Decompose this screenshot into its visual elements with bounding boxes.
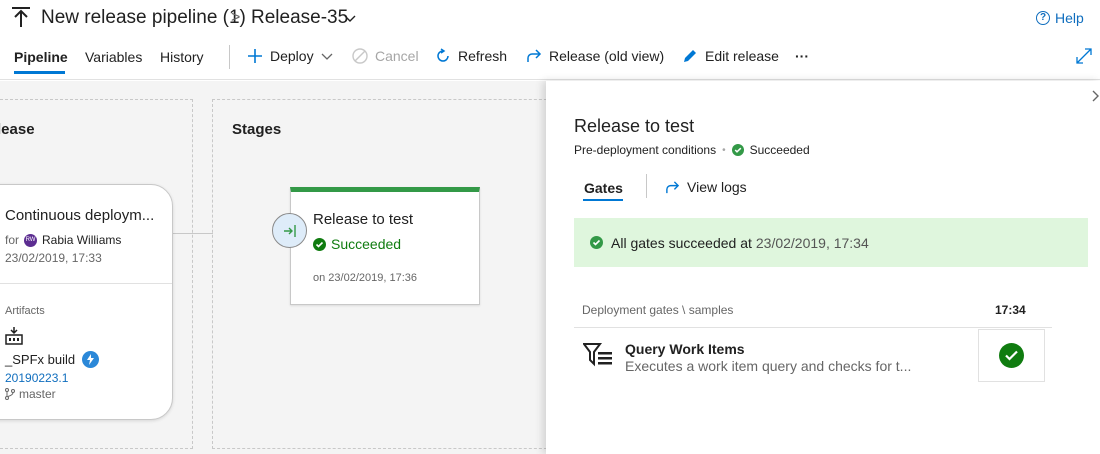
release-name[interactable]: Release-35 xyxy=(251,7,348,29)
refresh-button[interactable]: Refresh xyxy=(435,48,507,64)
chevron-down-icon xyxy=(321,53,333,60)
help-label: Help xyxy=(1055,10,1084,26)
toolbar-divider xyxy=(229,45,230,69)
success-icon xyxy=(313,237,326,251)
connector-line xyxy=(173,233,213,234)
gate-description: Executes a work item query and checks fo… xyxy=(625,358,912,374)
card-divider xyxy=(0,283,172,284)
gate-name: Query Work Items xyxy=(625,341,745,357)
refresh-icon xyxy=(437,48,449,62)
deploy-label: Deploy xyxy=(270,48,314,64)
build-name: _SPFx build xyxy=(5,352,76,367)
panel-subtitle: Pre-deployment conditions • Succeeded xyxy=(574,143,810,157)
build-artifact[interactable]: _SPFx build xyxy=(5,351,100,368)
gate-status-cell xyxy=(978,329,1045,382)
chevron-right-icon[interactable] xyxy=(1091,89,1100,103)
trigger-user-line: for RW Rabia Williams xyxy=(5,233,121,247)
branch-icon xyxy=(5,388,15,400)
lightning-icon xyxy=(82,351,100,368)
refresh-label: Refresh xyxy=(458,48,508,64)
tab-divider xyxy=(646,174,647,198)
build-icon xyxy=(5,327,23,345)
plus-icon xyxy=(248,49,262,63)
pre-deployment-conditions-button[interactable] xyxy=(272,213,307,248)
artifact-card[interactable]: Continuous deploym... for RW Rabia Willi… xyxy=(0,184,173,420)
stages-lane-title: Stages xyxy=(232,121,282,138)
gate-row[interactable]: Query Work Items Executes a work item qu… xyxy=(574,329,1052,382)
success-icon xyxy=(590,236,603,249)
gates-header-time: 17:34 xyxy=(995,303,1026,317)
more-actions-button[interactable]: ··· xyxy=(795,48,809,64)
pipeline-canvas: lease Stages Continuous deploym... for R… xyxy=(0,81,546,454)
header-bar: New release pipeline (1) > Release-35 ? … xyxy=(0,0,1100,38)
view-logs-button[interactable]: View logs xyxy=(665,179,747,195)
panel-title: Release to test xyxy=(574,116,695,136)
trigger-date: 23/02/2019, 17:33 xyxy=(5,251,102,265)
tab-pipeline[interactable]: Pipeline xyxy=(14,49,68,65)
gate-icon xyxy=(283,224,296,237)
old-view-button[interactable]: Release (old view) xyxy=(526,48,664,64)
help-icon: ? xyxy=(1036,11,1050,25)
cancel-icon xyxy=(352,48,368,64)
tab-gates[interactable]: Gates xyxy=(584,180,623,196)
gates-table-header: Deployment gates \ samples 17:34 xyxy=(574,296,1052,328)
old-view-label: Release (old view) xyxy=(549,48,665,64)
deploy-button[interactable]: Deploy xyxy=(247,48,333,64)
query-filter-icon xyxy=(583,343,612,367)
cancel-button[interactable]: Cancel xyxy=(352,48,419,64)
banner-time: 23/02/2019, 17:34 xyxy=(755,234,869,251)
active-tab-indicator xyxy=(583,199,623,201)
redirect-icon xyxy=(527,49,542,62)
banner-text: All gates succeeded at xyxy=(611,234,752,251)
for-label: for xyxy=(5,233,20,247)
pipeline-icon xyxy=(12,7,30,27)
help-link[interactable]: ? Help xyxy=(1036,10,1084,26)
breadcrumb-separator: > xyxy=(231,9,241,26)
release-lane-title: lease xyxy=(0,121,35,138)
details-panel: Release to test Pre-deployment condition… xyxy=(546,81,1100,454)
pencil-icon xyxy=(684,50,696,62)
branch-name: master xyxy=(19,387,56,401)
success-icon xyxy=(999,343,1024,368)
redirect-icon xyxy=(666,180,680,193)
build-version-link[interactable]: 20190223.1 xyxy=(5,371,68,385)
stage-status: Succeeded xyxy=(313,236,401,252)
success-icon xyxy=(731,144,744,156)
chevron-down-icon[interactable] xyxy=(343,11,357,25)
pipeline-title[interactable]: New release pipeline (1) xyxy=(41,7,246,29)
subtitle-label: Pre-deployment conditions xyxy=(574,143,717,157)
edit-release-button[interactable]: Edit release xyxy=(682,48,779,64)
panel-status: Succeeded xyxy=(749,143,810,157)
gates-header-label: Deployment gates \ samples xyxy=(582,303,734,317)
tab-variables[interactable]: Variables xyxy=(85,49,142,65)
separator-dot: • xyxy=(722,144,726,156)
trigger-title: Continuous deploym... xyxy=(5,207,155,224)
stage-date: on 23/02/2019, 17:36 xyxy=(313,272,417,284)
edit-release-label: Edit release xyxy=(705,48,779,64)
stage-card[interactable]: Release to test Succeeded on 23/02/2019,… xyxy=(290,187,480,305)
cancel-label: Cancel xyxy=(375,48,419,64)
active-tab-indicator xyxy=(14,71,65,74)
expand-icon[interactable] xyxy=(1075,47,1093,65)
toolbar: Pipeline Variables History Deploy Cancel… xyxy=(0,38,1100,80)
view-logs-label: View logs xyxy=(687,179,747,195)
avatar: RW xyxy=(24,233,38,247)
tab-history[interactable]: History xyxy=(160,49,204,65)
artifacts-label: Artifacts xyxy=(5,305,45,317)
branch-line: master xyxy=(5,387,56,401)
stage-name: Release to test xyxy=(313,211,414,228)
stage-status-label: Succeeded xyxy=(331,236,402,252)
gates-success-banner: All gates succeeded at 23/02/2019, 17:34 xyxy=(574,218,1088,267)
user-name: Rabia Williams xyxy=(42,233,122,247)
